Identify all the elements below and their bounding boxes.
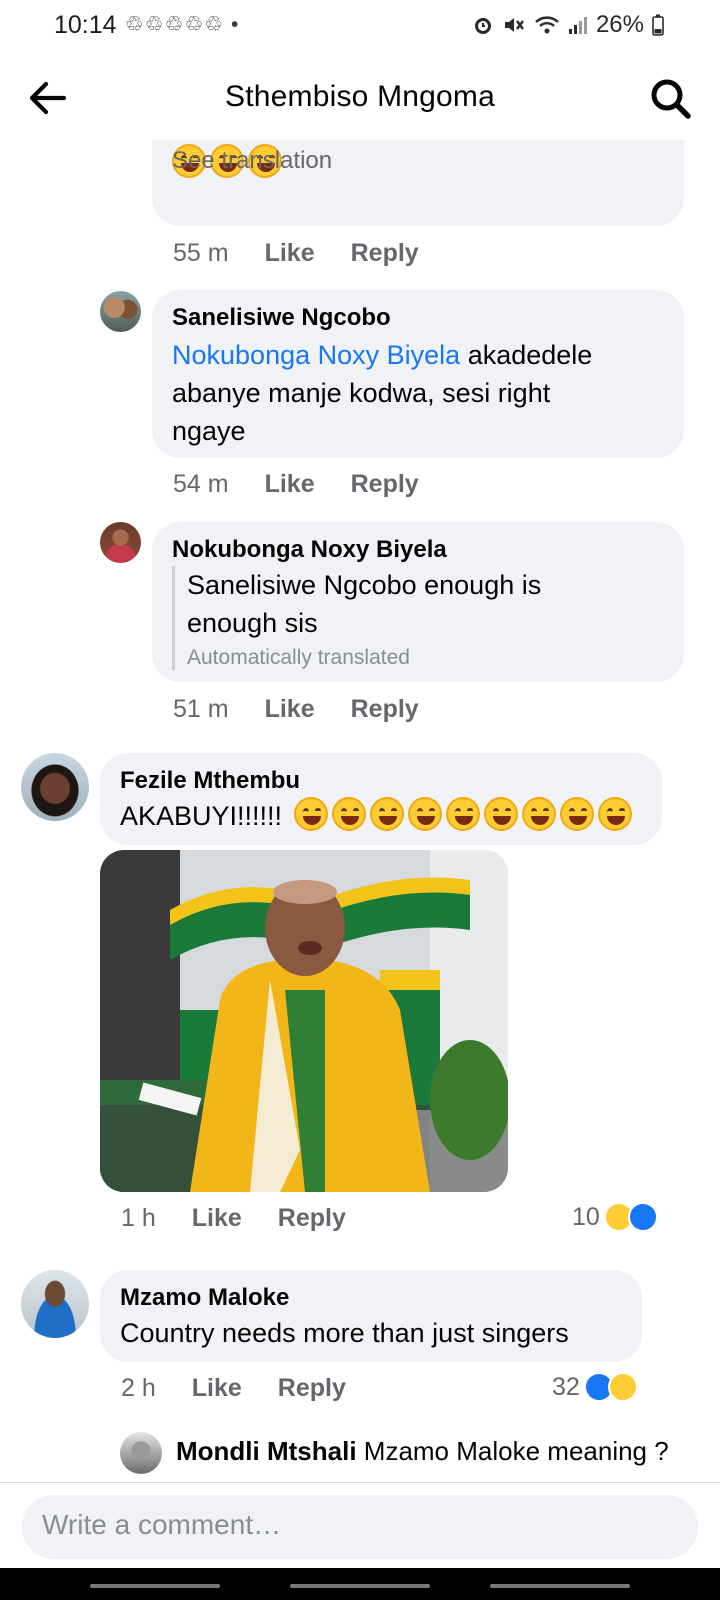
comments-feed[interactable]: See translation 55 m Like Reply Sanelisi… xyxy=(0,140,720,1482)
comment-time: 51 m xyxy=(173,695,229,723)
like-button[interactable]: Like xyxy=(265,239,315,268)
reaction-summary[interactable]: 10 xyxy=(572,1202,658,1232)
home-button[interactable] xyxy=(290,1584,430,1588)
reply-button[interactable]: Reply xyxy=(351,239,419,268)
comment-actions: 2 h Like Reply xyxy=(121,1374,382,1403)
comment-text-line: Sanelisiwe Ngcobo enough is xyxy=(187,570,542,600)
reaction-count: 10 xyxy=(572,1202,600,1231)
comment-bubble[interactable]: Mzamo Maloke Country needs more than jus… xyxy=(100,1270,642,1362)
avatar[interactable] xyxy=(120,1432,162,1474)
laughing-emoji-icon xyxy=(597,797,632,831)
laughing-emoji-icon xyxy=(331,797,366,831)
comment-text-line: enough sis xyxy=(187,608,318,638)
laughing-emoji-icon xyxy=(559,797,594,831)
comment-time: 1 h xyxy=(121,1204,156,1232)
comment-text: Country needs more than just singers xyxy=(120,1318,569,1348)
comment-actions: 55 m Like Reply xyxy=(173,239,455,268)
comment-actions: 1 h Like Reply xyxy=(121,1204,382,1233)
comment-text-line: akadedele xyxy=(467,340,593,370)
laughing-emoji-icon xyxy=(521,797,556,831)
signal-icon xyxy=(568,17,587,34)
comment-text: Nokubonga Noxy Biyela akadedele abanye m… xyxy=(172,336,672,450)
comment-author[interactable]: Mondli Mtshali xyxy=(176,1436,357,1466)
avatar[interactable] xyxy=(21,753,89,821)
like-reaction-icon xyxy=(627,1202,658,1232)
translated-text-block: Sanelisiwe Ngcobo enough is enough sis A… xyxy=(172,566,662,670)
comment-author[interactable]: Nokubonga Noxy Biyela xyxy=(172,536,447,564)
like-button[interactable]: Like xyxy=(265,470,315,499)
alarm-icon xyxy=(474,18,491,34)
comment-bubble[interactable]: Nokubonga Noxy Biyela Sanelisiwe Ngcobo … xyxy=(152,522,684,682)
mute-icon xyxy=(504,18,524,32)
header: Sthembiso Mngoma xyxy=(0,58,720,140)
see-translation-link[interactable]: See translation xyxy=(172,147,332,175)
photo-illustration xyxy=(100,850,508,1192)
comment-text: Mzamo Maloke meaning ? xyxy=(363,1436,669,1466)
comment-actions: 54 m Like Reply xyxy=(173,470,455,499)
auto-translated-note: Automatically translated xyxy=(187,646,410,669)
comment-photo[interactable] xyxy=(100,850,508,1192)
avatar[interactable] xyxy=(21,1270,89,1338)
reaction-summary[interactable]: 32 xyxy=(552,1372,638,1402)
laughing-emoji-icon xyxy=(483,797,518,831)
comment-text-line: AKABUYI!!!!!! xyxy=(120,801,283,831)
comment-text-line: abanye manje kodwa, sesi right xyxy=(172,378,551,408)
comment-time: 54 m xyxy=(173,470,229,498)
comment-author[interactable]: Sanelisiwe Ngcobo xyxy=(172,304,391,332)
comment-preview[interactable]: Mondli Mtshali Mzamo Maloke meaning ? xyxy=(176,1436,669,1467)
like-button[interactable]: Like xyxy=(265,695,315,724)
comment-input[interactable]: Write a comment… xyxy=(22,1495,698,1559)
haha-reaction-icon xyxy=(607,1372,638,1402)
comment-author[interactable]: Fezile Mthembu xyxy=(120,767,300,795)
comment-bubble[interactable]: Fezile Mthembu AKABUYI!!!!!! xyxy=(100,753,662,845)
wifi-icon xyxy=(535,16,559,34)
laughing-emoji-icon xyxy=(445,797,480,831)
avatar[interactable] xyxy=(100,522,141,563)
laughing-emoji-icon xyxy=(407,797,442,831)
comment-text-line: ngaye xyxy=(172,416,246,446)
reaction-count: 32 xyxy=(552,1372,580,1401)
comment-time: 2 h xyxy=(121,1374,156,1402)
status-time: 10:14 xyxy=(54,11,117,39)
battery-percent: 26% xyxy=(595,11,644,38)
comment-actions: 51 m Like Reply xyxy=(173,695,455,724)
comment-composer: Write a comment… xyxy=(0,1482,720,1568)
status-right-cluster: 26% xyxy=(472,11,664,39)
system-nav-bar xyxy=(0,1568,720,1600)
back-nav-button[interactable] xyxy=(490,1584,630,1588)
laughing-emoji-icon xyxy=(293,797,328,831)
recent-apps-button[interactable] xyxy=(90,1584,220,1588)
avatar[interactable] xyxy=(100,291,141,332)
comment-text: AKABUYI!!!!!! xyxy=(120,797,636,835)
mention-link[interactable]: Nokubonga Noxy Biyela xyxy=(172,340,460,370)
battery-icon xyxy=(652,14,664,36)
reply-button[interactable]: Reply xyxy=(351,695,419,724)
reply-button[interactable]: Reply xyxy=(351,470,419,499)
comment-author[interactable]: Mzamo Maloke xyxy=(120,1284,289,1312)
search-button[interactable] xyxy=(648,76,694,122)
like-button[interactable]: Like xyxy=(192,1204,242,1233)
comment-time: 55 m xyxy=(173,239,229,267)
notification-icons: ♲♲♲♲♲ • xyxy=(125,13,240,36)
status-bar: 10:14 ♲♲♲♲♲ • 26% xyxy=(0,0,720,52)
laughing-emoji-icon xyxy=(369,797,404,831)
page-title: Sthembiso Mngoma xyxy=(225,80,495,113)
comment-bubble[interactable]: See translation xyxy=(152,140,684,226)
like-button[interactable]: Like xyxy=(192,1374,242,1403)
reply-button[interactable]: Reply xyxy=(278,1204,346,1233)
search-icon xyxy=(651,79,691,119)
comment-bubble[interactable]: Sanelisiwe Ngcobo Nokubonga Noxy Biyela … xyxy=(152,290,684,458)
reply-button[interactable]: Reply xyxy=(278,1374,346,1403)
